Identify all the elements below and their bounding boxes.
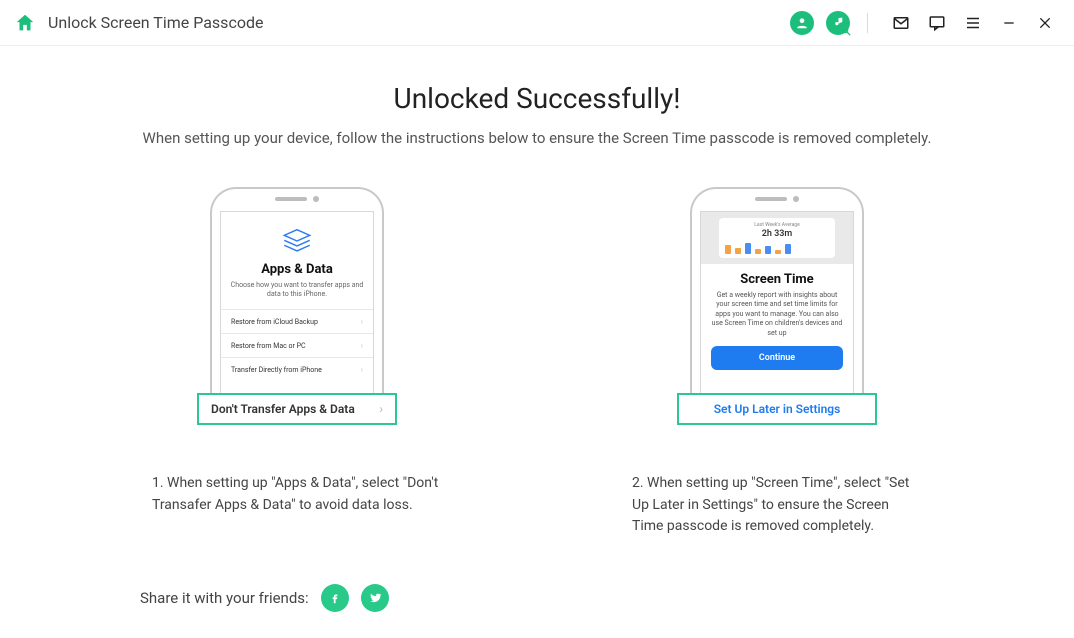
step-caption: 1. When setting up "Apps & Data", select… <box>152 473 442 516</box>
chevron-right-icon: › <box>379 402 383 416</box>
screen-time-body: Get a weekly report with insights about … <box>711 291 843 338</box>
stack-icon <box>280 226 314 256</box>
mail-icon[interactable] <box>886 8 916 38</box>
highlight-set-up-later: Set Up Later in Settings <box>677 393 877 425</box>
share-row: Share it with your friends: <box>60 584 1014 612</box>
highlight-label: Set Up Later in Settings <box>714 402 841 416</box>
list-item: Restore from Mac or PC› <box>221 333 373 357</box>
page-subheading: When setting up your device, follow the … <box>60 129 1014 147</box>
screen-time-card: Last Week's Average 2h 33m <box>719 218 835 258</box>
apps-data-title: Apps & Data <box>221 262 373 277</box>
share-label: Share it with your friends: <box>140 589 309 607</box>
step-caption: 2. When setting up "Screen Time", select… <box>632 473 922 538</box>
music-search-icon[interactable] <box>823 8 853 38</box>
chevron-right-icon: › <box>361 341 363 350</box>
close-button[interactable] <box>1030 8 1060 38</box>
phone-mock-screen-time: Last Week's Average 2h 33m <box>690 187 864 425</box>
apps-data-subtitle: Choose how you want to transfer apps and… <box>229 281 365 299</box>
minimize-button[interactable] <box>994 8 1024 38</box>
step-screen-time: Last Week's Average 2h 33m <box>632 187 922 538</box>
highlight-dont-transfer: Don't Transfer Apps & Data › <box>197 393 397 425</box>
title-bar: Unlock Screen Time Passcode <box>0 0 1074 46</box>
share-facebook-button[interactable] <box>321 584 349 612</box>
phone-mock-apps-data: Apps & Data Choose how you want to trans… <box>210 187 384 425</box>
menu-icon[interactable] <box>958 8 988 38</box>
home-icon[interactable] <box>14 12 36 34</box>
content-area: Unlocked Successfully! When setting up y… <box>0 46 1074 612</box>
average-value: 2h 33m <box>725 229 829 239</box>
feedback-icon[interactable] <box>922 8 952 38</box>
separator <box>867 13 868 33</box>
average-label: Last Week's Average <box>725 222 829 228</box>
account-icon[interactable] <box>787 8 817 38</box>
chevron-right-icon: › <box>361 365 363 374</box>
highlight-label: Don't Transfer Apps & Data <box>211 402 355 416</box>
screen-time-title: Screen Time <box>701 272 853 287</box>
list-item: Transfer Directly from iPhone› <box>221 357 373 381</box>
page-heading: Unlocked Successfully! <box>60 82 1014 115</box>
list-item: Restore from iCloud Backup› <box>221 309 373 333</box>
step-apps-data: Apps & Data Choose how you want to trans… <box>152 187 442 538</box>
usage-bars <box>725 242 829 254</box>
continue-button: Continue <box>711 346 843 370</box>
chevron-right-icon: › <box>361 317 363 326</box>
window-title: Unlock Screen Time Passcode <box>48 13 263 32</box>
share-twitter-button[interactable] <box>361 584 389 612</box>
